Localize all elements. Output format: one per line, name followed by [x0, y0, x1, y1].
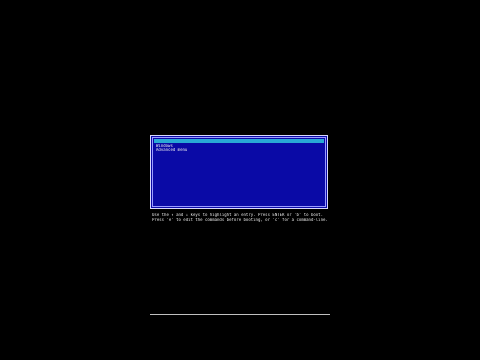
- boot-entry-advanced-menu[interactable]: Advanced menu: [154, 148, 324, 152]
- bootloader-header: [152, 129, 326, 134]
- boot-screen: Windows Advanced menu Use the ↑ and ↓ ke…: [0, 0, 480, 360]
- help-text: Use the ↑ and ↓ keys to highlight an ent…: [152, 213, 328, 222]
- help-line-edit: Press 'e' to edit the commands before bo…: [152, 217, 328, 222]
- help-line-navigation: Use the ↑ and ↓ keys to highlight an ent…: [152, 213, 323, 217]
- boot-entry-windows[interactable]: Windows: [154, 144, 324, 148]
- bottom-divider: [150, 314, 330, 315]
- boot-entry-default[interactable]: [154, 139, 324, 143]
- boot-menu: Windows Advanced menu: [150, 135, 328, 209]
- boot-menu-list: Windows Advanced menu: [154, 139, 324, 153]
